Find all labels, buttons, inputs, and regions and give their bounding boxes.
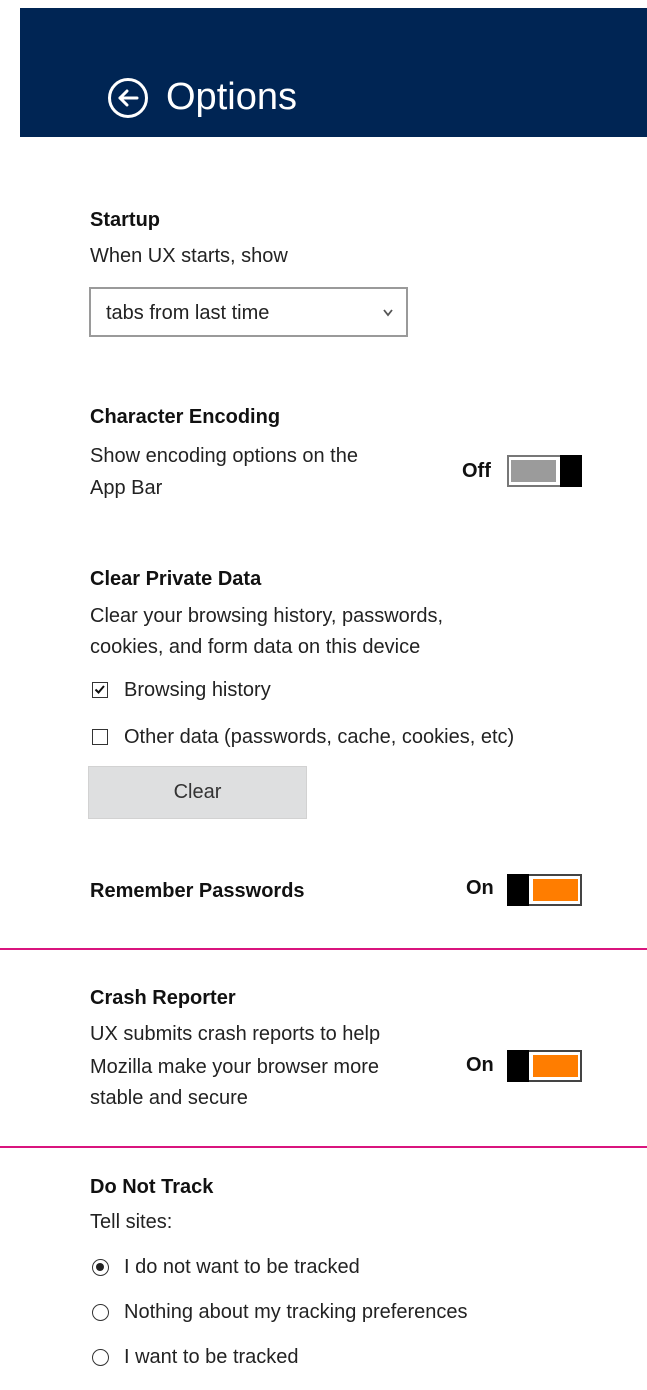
startup-select-value: tabs from last time	[106, 302, 270, 324]
clear-button[interactable]: Clear	[88, 766, 307, 819]
dnt-option-label: Nothing about my tracking preferences	[124, 1301, 468, 1323]
private-data-description-line2: cookies, and form data on this device	[90, 636, 421, 658]
dnt-option-label: I want to be tracked	[124, 1346, 299, 1368]
dnt-heading: Do Not Track	[90, 1176, 214, 1198]
radio-unselected-icon	[92, 1304, 109, 1321]
crash-toggle[interactable]	[507, 1050, 582, 1082]
passwords-heading: Remember Passwords	[90, 880, 305, 902]
back-arrow-icon[interactable]	[108, 78, 148, 118]
toggle-track	[511, 460, 556, 482]
startup-heading: Startup	[90, 209, 160, 231]
encoding-description-line1: Show encoding options on the	[90, 445, 358, 467]
encoding-toggle[interactable]	[507, 455, 582, 487]
crash-description-line2: Mozilla make your browser more	[90, 1056, 379, 1078]
crash-description-line3: stable and secure	[90, 1087, 248, 1109]
header-bar: Options	[20, 8, 647, 137]
toggle-thumb	[560, 455, 582, 487]
startup-select[interactable]: tabs from last time	[89, 287, 408, 337]
checkbox-unchecked-icon	[92, 729, 108, 745]
crash-heading: Crash Reporter	[90, 987, 236, 1009]
passwords-toggle[interactable]	[507, 874, 582, 906]
startup-description: When UX starts, show	[90, 245, 288, 267]
crash-description-line1: UX submits crash reports to help	[90, 1023, 381, 1045]
encoding-description-line2: App Bar	[90, 477, 163, 499]
dnt-option-label: I do not want to be tracked	[124, 1256, 360, 1278]
radio-unselected-icon	[92, 1349, 109, 1366]
other-data-label: Other data (passwords, cache, cookies, e…	[124, 726, 515, 748]
toggle-track	[533, 879, 578, 901]
section-divider	[0, 948, 647, 950]
encoding-heading: Character Encoding	[90, 406, 281, 428]
dnt-description: Tell sites:	[90, 1211, 173, 1233]
toggle-thumb	[507, 1050, 529, 1082]
section-divider	[0, 1146, 647, 1148]
crash-toggle-label: On	[466, 1054, 494, 1076]
encoding-toggle-label: Off	[462, 460, 491, 482]
toggle-track	[533, 1055, 578, 1077]
radio-selected-icon	[92, 1259, 109, 1276]
toggle-thumb	[507, 874, 529, 906]
private-data-heading: Clear Private Data	[90, 568, 262, 590]
chevron-down-icon	[383, 309, 393, 317]
checkbox-checked-icon	[92, 682, 108, 698]
page-title: Options	[166, 76, 297, 118]
passwords-toggle-label: On	[466, 877, 494, 899]
browsing-history-label: Browsing history	[124, 679, 271, 701]
private-data-description-line1: Clear your browsing history, passwords,	[90, 605, 444, 627]
